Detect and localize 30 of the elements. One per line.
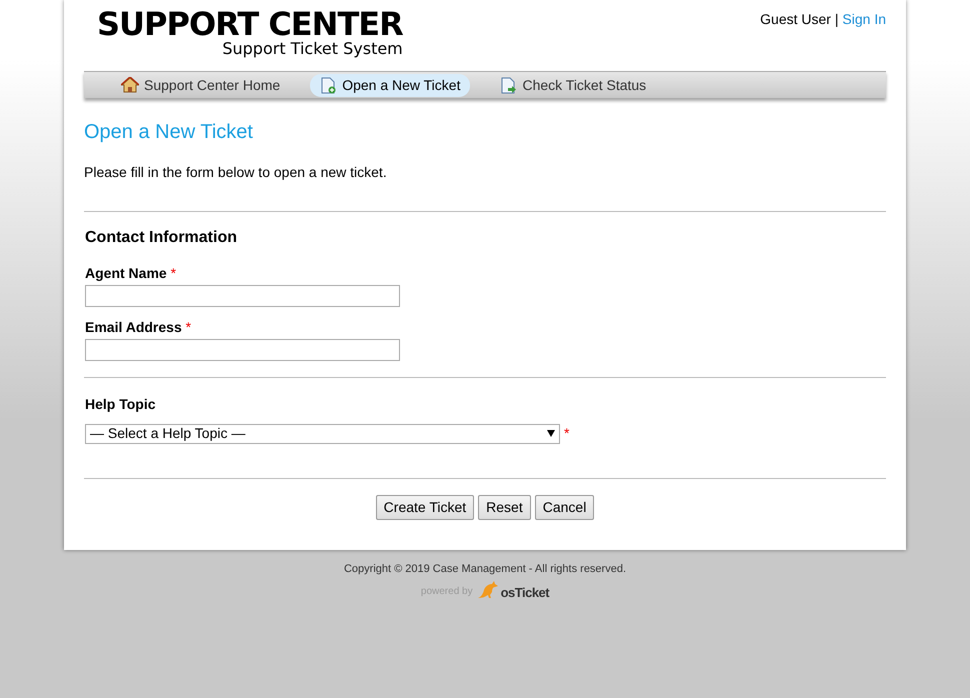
- page-title: Open a New Ticket: [84, 120, 254, 144]
- required-mark: *: [170, 265, 176, 282]
- form-button[interactable]: Cancel: [534, 495, 594, 520]
- document-add-icon: [320, 76, 338, 94]
- copyright-text: Copyright © 2019 Case Management - All rights reserved.: [342, 562, 628, 578]
- input-field[interactable]: [85, 339, 400, 362]
- form-button[interactable]: Create Ticket: [376, 495, 474, 520]
- required-mark: *: [186, 319, 192, 336]
- sign-in-link[interactable]: Sign In: [842, 11, 886, 27]
- brand-text: osTicket: [500, 586, 550, 599]
- kangaroo-icon: [476, 580, 498, 599]
- field-label: Help Topic: [85, 396, 156, 412]
- form-button[interactable]: Reset: [478, 495, 531, 520]
- home-icon: [121, 77, 139, 93]
- nav-tab[interactable]: Check Ticket Status: [490, 74, 656, 96]
- required-mark: *: [564, 424, 570, 444]
- intro-text: Please fill in the form below to open a new ticket.: [84, 163, 388, 182]
- separator: |: [834, 11, 839, 27]
- dropdown-caret-icon: [547, 430, 555, 438]
- field-label: Email Address: [85, 319, 182, 336]
- help-topic-select[interactable]: — Select a Help Topic —: [85, 424, 560, 444]
- logo-title: SUPPORT CENTER: [97, 8, 403, 40]
- user-name: Guest User: [760, 11, 831, 27]
- logo-subtitle: Support Ticket System: [221, 41, 403, 57]
- field-label: Agent Name: [85, 265, 167, 282]
- input-field[interactable]: [85, 285, 400, 308]
- document-arrow-icon: [500, 76, 518, 94]
- nav-tab[interactable]: Open a New Ticket: [310, 74, 470, 96]
- section-heading: Contact Information: [85, 228, 238, 248]
- nav-tab[interactable]: Support Center Home: [111, 74, 290, 96]
